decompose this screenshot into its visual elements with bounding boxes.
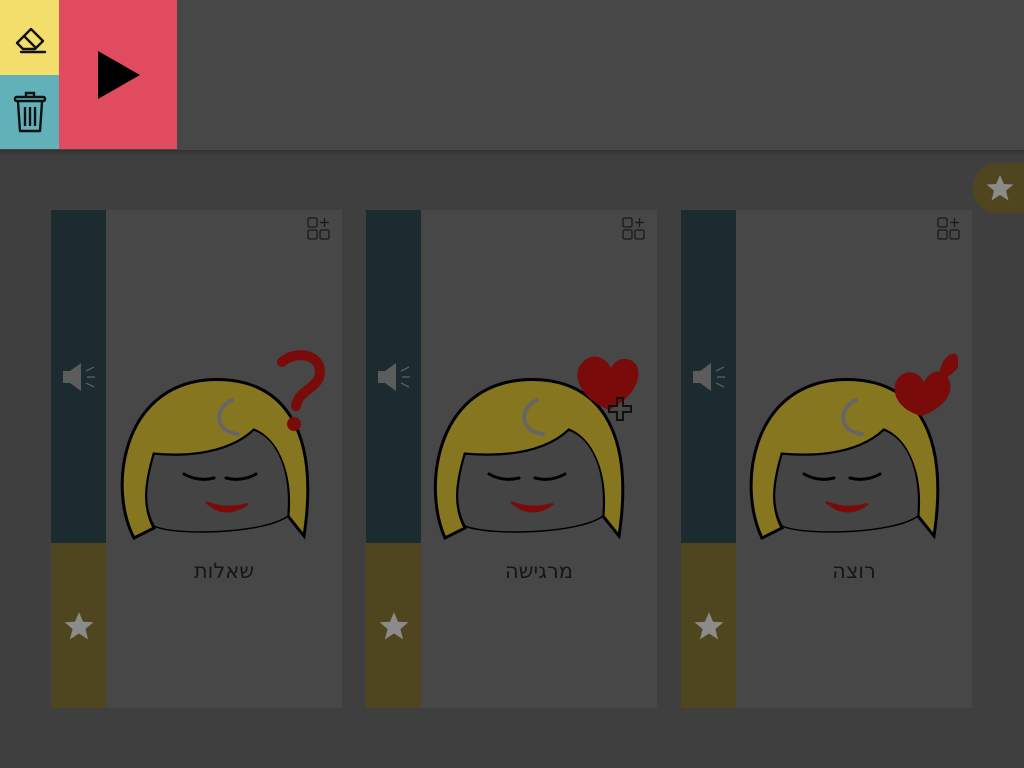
sentence-toolbar	[0, 0, 1024, 150]
star-icon	[64, 611, 93, 639]
symbol-card[interactable]: מרגישה	[366, 210, 657, 708]
card-label: רוצה	[832, 559, 876, 583]
card-side-strip	[51, 210, 106, 708]
favorites-tab[interactable]	[973, 163, 1024, 213]
symbol-card[interactable]: רוצה	[681, 210, 972, 708]
erase-button[interactable]	[0, 0, 59, 75]
card-audio-button[interactable]	[366, 210, 421, 543]
card-side-strip	[681, 210, 736, 708]
play-icon	[98, 50, 140, 99]
card-label: שאלות	[193, 559, 255, 583]
star-icon	[694, 611, 723, 639]
girl-face-picture	[120, 350, 326, 541]
card-audio-button[interactable]	[681, 210, 736, 543]
card-favorite-button[interactable]	[51, 543, 106, 708]
board-screen: שאלות מרגישה רוצה	[0, 0, 1024, 768]
star-icon	[986, 175, 1014, 201]
girl-face-picture	[749, 353, 958, 541]
card-options-icon[interactable]	[306, 216, 332, 242]
speaker-icon	[692, 362, 725, 391]
star-icon	[379, 611, 408, 639]
speaker-icon	[377, 362, 410, 391]
eraser-icon	[15, 27, 46, 53]
girl-face-picture	[434, 356, 639, 541]
clear-all-button[interactable]	[0, 75, 59, 149]
card-side-strip	[366, 210, 421, 708]
speaker-icon	[62, 362, 95, 391]
trash-icon	[13, 91, 46, 133]
card-options-icon[interactable]	[936, 216, 962, 242]
card-favorite-button[interactable]	[366, 543, 421, 708]
question-mark-icon	[277, 350, 326, 411]
play-sentence-button[interactable]	[59, 0, 177, 149]
card-label: מרגישה	[504, 559, 574, 583]
card-audio-button[interactable]	[51, 210, 106, 543]
card-options-icon[interactable]	[621, 216, 647, 242]
symbol-card[interactable]: שאלות	[51, 210, 342, 708]
card-favorite-button[interactable]	[681, 543, 736, 708]
